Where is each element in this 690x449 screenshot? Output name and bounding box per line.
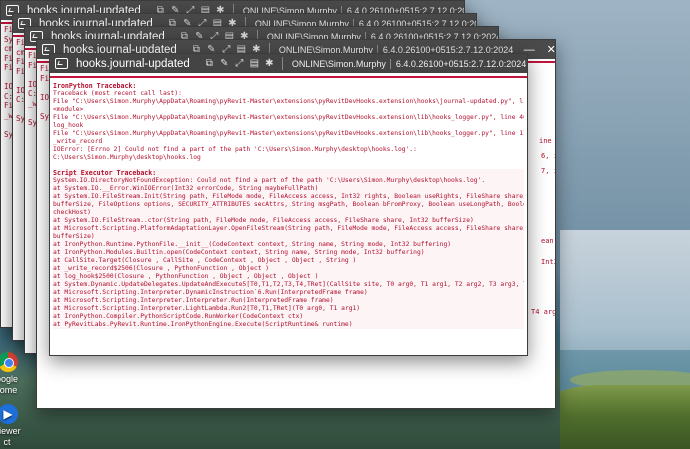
- traceback-line: IOError: [Errno 2] Could not find a part…: [53, 146, 417, 153]
- executor-line: checkHost): [53, 209, 91, 216]
- desktop-icon-label: Viewer: [0, 426, 21, 436]
- traceback-line: log_hook: [53, 122, 84, 129]
- edit-icon[interactable]: ✎: [217, 58, 232, 69]
- executor-line: at Microsoft.Scripting.PlatformAdaptatio…: [53, 225, 524, 232]
- executor-line: System.IO.DirectoryNotFoundException: Co…: [53, 177, 486, 184]
- desktop-icon-label: rome: [0, 385, 18, 395]
- log-text-fragment: Int32: [541, 258, 555, 266]
- executor-line: bufferSize, FileOptions options, SECURIT…: [53, 201, 524, 208]
- chrome-icon: [0, 352, 18, 372]
- bug-icon[interactable]: ✱: [262, 58, 277, 69]
- executor-line: at System.IO.__Error.WinIOError(Int32 er…: [53, 185, 319, 192]
- traceback-line: <module>: [53, 106, 84, 113]
- traceback-heading: IronPython Traceback:: [53, 82, 137, 90]
- traceback-line: File "C:\Users\Simon.Murphy\AppData\Roam…: [53, 98, 524, 105]
- traceback-line: _write_record: [53, 138, 103, 145]
- output-content[interactable]: IronPython Traceback: Traceback (most re…: [50, 73, 527, 355]
- log-text-fragment: ean: [541, 237, 554, 245]
- output-window[interactable]: hooks.journal-updated ⧉ ✎ ⤢ ▤ ✱ ONLINE\S…: [49, 53, 528, 356]
- version-label: 6.4.0.26100+0515:2.7.12.0:2024: [389, 58, 527, 69]
- log-text-fragment: T4 arg4): [531, 308, 556, 316]
- window-titlebar[interactable]: hooks.journal-updated ⧉ ✎ ⤢ ▤ ✱ ONLINE\S…: [50, 54, 527, 73]
- executor-line: at log_hook$2500(Closure , PythonFunctio…: [53, 273, 319, 280]
- executor-line: at System.IO.FileStream..ctor(String pat…: [53, 217, 474, 224]
- executor-line: bufferSize): [53, 233, 95, 240]
- viewer-app-icon: ▶: [0, 404, 18, 424]
- desktop-wallpaper: [560, 230, 690, 449]
- executor-line: at IronPython.Modules.Builtin.open(CodeC…: [53, 249, 425, 256]
- traceback-line: C:\Users\Simon.Murphy\desktop\hooks.log: [53, 154, 201, 161]
- executor-line: at Microsoft.Scripting.Interpreter.Dynam…: [53, 289, 368, 296]
- log-text-fragment: 7, in: [541, 167, 555, 175]
- executor-line: at IronPython.Compiler.PythonScriptCode.…: [53, 313, 304, 320]
- traceback-line: File "C:\Users\Simon.Murphy\AppData\Roam…: [53, 130, 524, 137]
- user-label: ONLINE\Simon.Murphy: [291, 58, 386, 69]
- traceback-line: File "C:\Users\Simon.Murphy\AppData\Roam…: [53, 114, 524, 121]
- executor-heading: Script Executor Traceback:: [53, 169, 157, 177]
- executor-line: at Microsoft.Scripting.Interpreter.Light…: [53, 305, 361, 312]
- window-title: hooks.journal-updated: [76, 57, 190, 70]
- executor-line: at CallSite.Target(Closure , CallSite , …: [53, 257, 357, 264]
- error-log: IronPython Traceback: Traceback (most re…: [53, 81, 524, 329]
- log-text-fragment: 6, in: [541, 152, 555, 160]
- close-button[interactable]: ✕: [540, 43, 555, 56]
- expand-icon[interactable]: ⤢: [232, 58, 247, 69]
- executor-line: at System.Dynamic.UpdateDelegates.Update…: [53, 281, 524, 288]
- desktop-icon-label: ct: [3, 437, 11, 447]
- desktop-icon-chrome[interactable]: oogle rome: [0, 352, 28, 396]
- executor-line: at _write_record$2506(Closure , PythonFu…: [53, 265, 270, 272]
- app-icon: [55, 58, 68, 69]
- executor-line: at IronPython.Runtime.PythonFile.__init_…: [53, 241, 452, 248]
- desktop-icon-viewer[interactable]: ▶ Viewer ct: [0, 404, 28, 448]
- desktop-icon-label: oogle: [0, 374, 19, 384]
- copy-icon[interactable]: ⧉: [202, 58, 217, 69]
- executor-line: at PyRevitLabs.PyRevit.Runtime.IronPytho…: [53, 321, 353, 328]
- save-icon[interactable]: ▤: [247, 58, 262, 69]
- traceback-line: Traceback (most recent call last):: [53, 90, 182, 97]
- executor-line: at Microsoft.Scripting.Interpreter.Inter…: [53, 297, 334, 304]
- executor-traceback: Script Executor Traceback: System.IO.Dir…: [53, 169, 524, 329]
- log-text-fragment: ine 8, in: [539, 137, 555, 145]
- executor-line: at System.IO.FileStream.Init(String path…: [53, 193, 524, 200]
